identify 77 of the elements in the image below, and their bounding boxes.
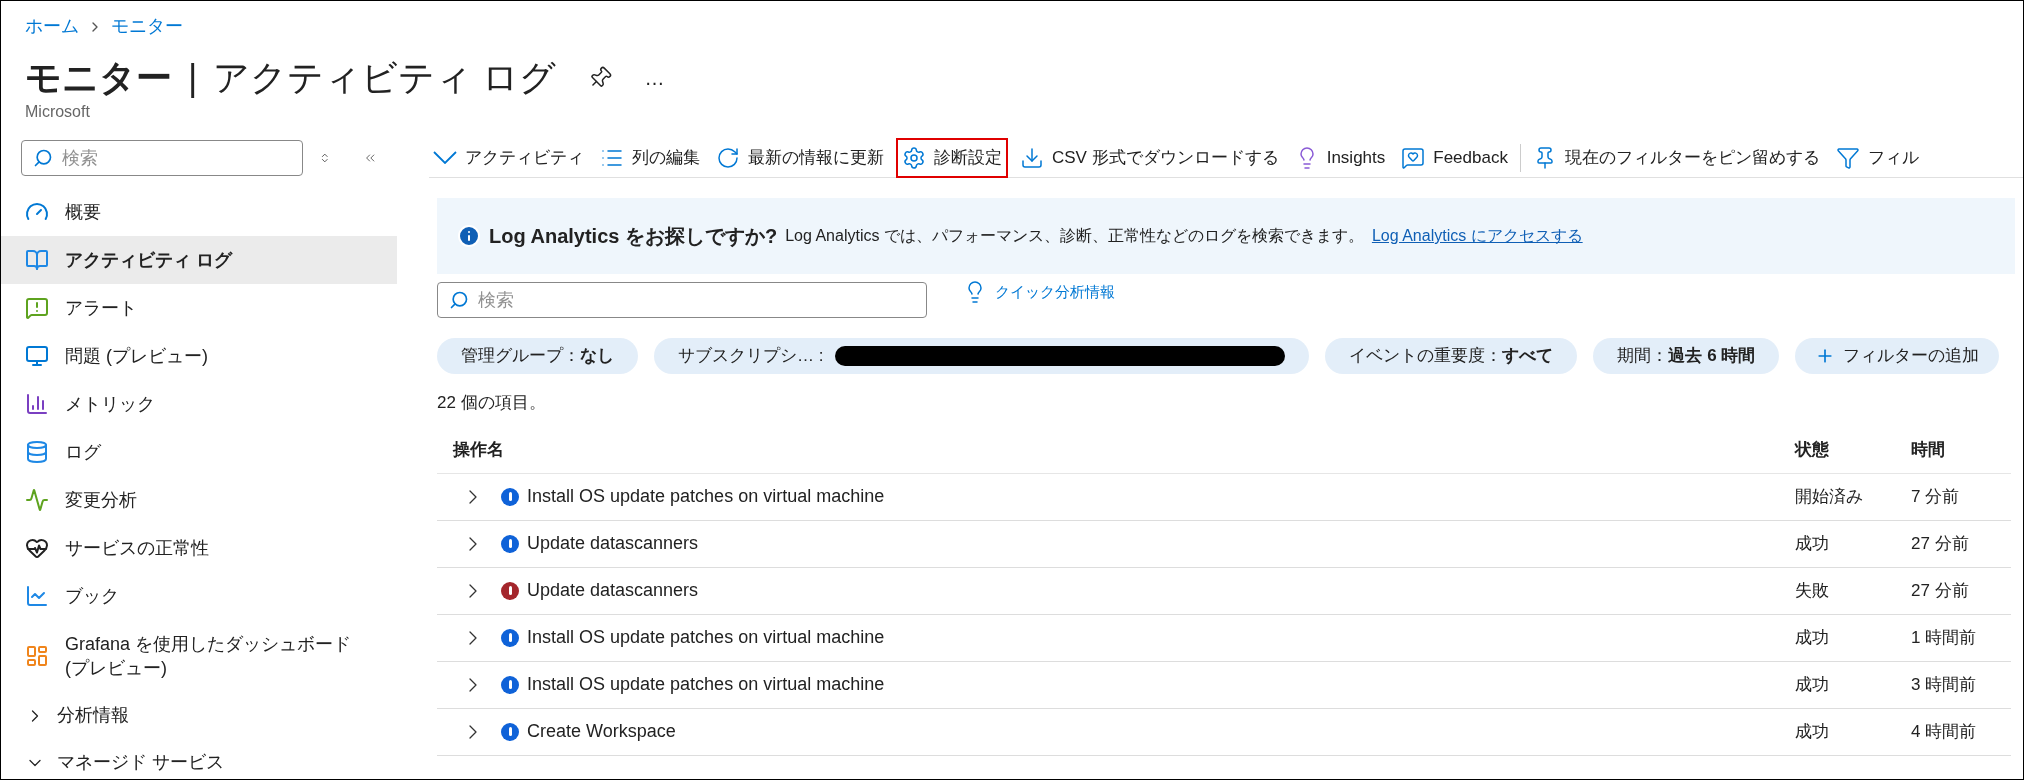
filter-icon bbox=[1835, 145, 1860, 170]
status-cell-text: 開始済み bbox=[1795, 485, 1864, 508]
toolbar-button[interactable]: Feedback bbox=[1397, 137, 1512, 178]
time-cell-text: 27 分前 bbox=[1911, 579, 1970, 602]
sidebar-group[interactable]: 分析情報 bbox=[1, 692, 397, 739]
status-cell-text: 成功 bbox=[1795, 673, 1830, 696]
sidebar-item[interactable]: ログ bbox=[1, 428, 397, 476]
search-icon bbox=[449, 290, 469, 310]
operation-name: Install OS update patches on virtual machine bbox=[527, 626, 885, 649]
toolbar-button[interactable]: 最新の情報に更新 bbox=[712, 137, 888, 178]
log-icon bbox=[25, 440, 49, 464]
toolbar-button[interactable]: Insights bbox=[1290, 137, 1390, 178]
filter-pill[interactable]: サブスクリプシ… : bbox=[654, 338, 1310, 374]
filter-pill[interactable]: 期間：過去 6 時間 bbox=[1593, 338, 1780, 374]
time-cell-text: 27 分前 bbox=[1911, 532, 1970, 555]
info-icon bbox=[457, 224, 481, 248]
toolbar-button[interactable]: 診断設定 bbox=[896, 137, 1008, 178]
more-button[interactable]: … bbox=[644, 63, 665, 93]
operation-name: Create Workspace bbox=[527, 720, 676, 743]
chevron-down-icon bbox=[433, 151, 457, 164]
monitor-icon bbox=[25, 344, 49, 368]
time-cell-text: 1 時間前 bbox=[1911, 626, 1978, 649]
breadcrumb-link[interactable]: モニター bbox=[111, 13, 183, 40]
book-icon bbox=[25, 248, 49, 272]
time-cell-text: 4 時間前 bbox=[1911, 720, 1978, 743]
sidebar-item[interactable]: サービスの正常性 bbox=[1, 524, 397, 572]
toolbar-button[interactable]: CSV 形式でダウンロードする bbox=[1016, 137, 1283, 178]
banner-title: Log Analytics をお探しですか? bbox=[489, 224, 778, 249]
item-count: 22 個の項目。 bbox=[437, 392, 547, 414]
quick-insights-link[interactable]: クイック分析情報 bbox=[963, 280, 1115, 304]
sidebar-group[interactable]: マネージド サービス bbox=[1, 739, 397, 779]
toolbar-button[interactable]: アクティビティ bbox=[429, 137, 588, 178]
operation-name: Install OS update patches on virtual machine bbox=[527, 485, 885, 508]
dashboard-icon bbox=[25, 644, 49, 668]
column-header: 状態 bbox=[1795, 439, 1830, 462]
org-label: Microsoft bbox=[24, 102, 91, 122]
heart-icon bbox=[25, 536, 49, 560]
sidebar-item[interactable]: 問題 (プレビュー) bbox=[1, 332, 397, 380]
sidebar-item[interactable]: Grafana を使用したダッシュボード (プレビュー) bbox=[1, 620, 397, 692]
chart-icon bbox=[25, 584, 49, 608]
bar-chart-icon bbox=[25, 392, 49, 416]
banner-link[interactable]: Log Analytics にアクセスする bbox=[1371, 224, 1583, 248]
status-cell-text: 成功 bbox=[1795, 626, 1830, 649]
search-field[interactable]: 検索 bbox=[21, 140, 303, 176]
refresh-icon bbox=[716, 145, 740, 170]
toolbar-button[interactable]: フィル bbox=[1831, 137, 1923, 178]
status-cell-text: 失敗 bbox=[1795, 579, 1830, 602]
search-field[interactable]: 検索 bbox=[437, 282, 927, 318]
search-icon bbox=[33, 148, 53, 168]
settings-icon bbox=[902, 145, 926, 170]
filter-pill[interactable]: 管理グループ：なし bbox=[437, 338, 638, 374]
time-cell-text: 7 分前 bbox=[1911, 485, 1961, 508]
status-cell-text: 成功 bbox=[1795, 720, 1830, 743]
feedback-icon bbox=[1401, 145, 1426, 170]
column-header: 時間 bbox=[1911, 439, 1946, 462]
page-title: モニター | アクティビティ ログ bbox=[25, 56, 557, 100]
banner-text: Log Analytics では、パフォーマンス、診断、正常性などのログを検索できます。 bbox=[785, 226, 1364, 246]
breadcrumb-link[interactable]: ホーム bbox=[25, 13, 79, 40]
toolbar-button[interactable]: 現在のフィルターをピン留めする bbox=[1528, 137, 1824, 178]
change-graph-icon bbox=[25, 488, 49, 512]
alert-icon bbox=[25, 296, 49, 320]
sidebar-item[interactable]: 変更分析 bbox=[1, 476, 397, 524]
filter-pill[interactable]: イベントの重要度：すべて bbox=[1325, 338, 1578, 374]
sidebar-item[interactable]: ブック bbox=[1, 572, 397, 620]
sidebar-item[interactable]: 概要 bbox=[1, 188, 397, 236]
add-filter-button[interactable]: フィルターの追加 bbox=[1795, 338, 2000, 374]
sidebar-item[interactable]: アクティビティ ログ bbox=[1, 236, 397, 284]
column-header: 操作名 bbox=[451, 439, 505, 462]
sidebar-item[interactable]: アラート bbox=[1, 284, 397, 332]
operation-name: Install OS update patches on virtual machine bbox=[527, 673, 885, 696]
operation-name: Update datascanners bbox=[527, 579, 699, 602]
download-icon bbox=[1020, 145, 1044, 170]
toolbar-button[interactable]: 列の編集 bbox=[596, 137, 704, 178]
sidebar-item[interactable]: メトリック bbox=[1, 380, 397, 428]
time-cell-text: 3 時間前 bbox=[1911, 673, 1978, 696]
status-cell-text: 成功 bbox=[1795, 532, 1830, 555]
operation-name: Update datascanners bbox=[527, 532, 699, 555]
